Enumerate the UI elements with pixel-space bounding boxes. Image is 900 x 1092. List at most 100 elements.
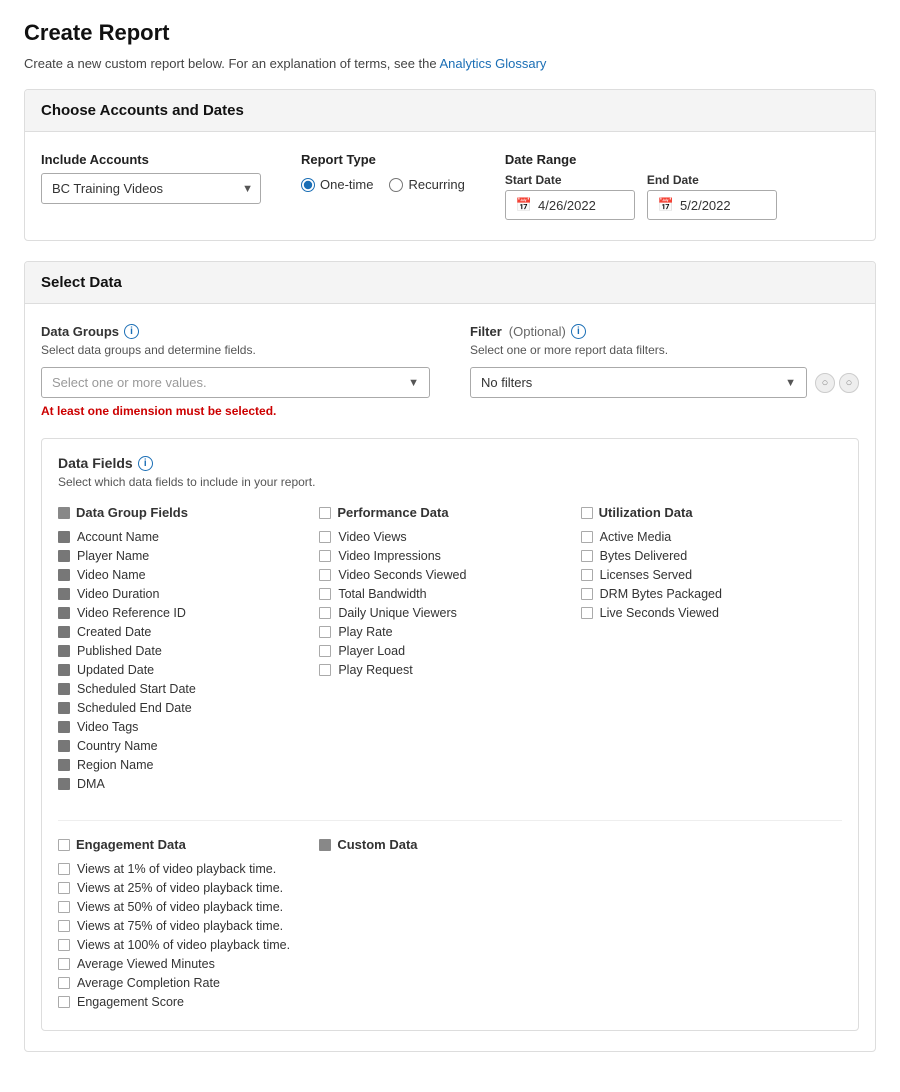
field-checkbox[interactable] (319, 607, 331, 619)
field-checkbox[interactable] (58, 740, 70, 752)
filter-edit-icon[interactable]: ○ (815, 373, 835, 393)
engagement-data-checkbox[interactable] (58, 839, 70, 851)
field-label: Player Load (338, 644, 405, 658)
data-fields-section: Data Fields i Select which data fields t… (41, 438, 859, 1031)
data-groups-dropdown[interactable]: Select one or more values. ▼ (41, 367, 430, 398)
recurring-label: Recurring (408, 177, 464, 192)
field-label: Views at 25% of video playback time. (77, 881, 283, 895)
start-date-input[interactable]: 📅 4/26/2022 (505, 190, 635, 220)
data-groups-info-icon[interactable]: i (124, 324, 139, 339)
field-label: Player Name (77, 549, 149, 563)
empty-col-3 (581, 837, 842, 1014)
data-groups-label: Data Groups i (41, 324, 430, 339)
field-checkbox[interactable] (58, 607, 70, 619)
field-label: Views at 50% of video playback time. (77, 900, 283, 914)
filter-action-icons: ○ ○ (815, 373, 859, 393)
field-checkbox[interactable] (58, 531, 70, 543)
field-checkbox[interactable] (581, 550, 593, 562)
field-checkbox[interactable] (319, 664, 331, 676)
data-fields-info-icon[interactable]: i (138, 456, 153, 471)
field-label: Video Duration (77, 587, 159, 601)
accounts-dates-section: Choose Accounts and Dates Include Accoun… (24, 89, 876, 241)
engagement-data-col: Engagement Data Views at 1% of video pla… (58, 837, 319, 1014)
field-label: Total Bandwidth (338, 587, 426, 601)
field-checkbox[interactable] (58, 778, 70, 790)
select-data-header: Select Data (25, 262, 875, 304)
field-label: Account Name (77, 530, 159, 544)
field-checkbox[interactable] (58, 901, 70, 913)
field-label: Scheduled Start Date (77, 682, 196, 696)
one-time-option[interactable]: One-time (301, 177, 373, 192)
field-item: Average Completion Rate (58, 976, 299, 990)
field-checkbox[interactable] (319, 645, 331, 657)
page-title: Create Report (24, 20, 876, 46)
field-item: Views at 50% of video playback time. (58, 900, 299, 914)
field-checkbox[interactable] (58, 939, 70, 951)
custom-data-col: Custom Data (319, 837, 580, 1014)
field-checkbox[interactable] (319, 550, 331, 562)
field-checkbox[interactable] (581, 531, 593, 543)
field-checkbox[interactable] (319, 531, 331, 543)
end-date-input[interactable]: 📅 5/2/2022 (647, 190, 777, 220)
field-checkbox[interactable] (58, 721, 70, 733)
group-fields-list: Account NamePlayer NameVideo NameVideo D… (58, 530, 299, 791)
field-item: Total Bandwidth (319, 587, 560, 601)
field-checkbox[interactable] (581, 569, 593, 581)
field-item: Video Impressions (319, 549, 560, 563)
field-item: Bytes Delivered (581, 549, 822, 563)
field-checkbox[interactable] (58, 664, 70, 676)
field-checkbox[interactable] (58, 977, 70, 989)
field-checkbox[interactable] (58, 588, 70, 600)
glossary-link[interactable]: Analytics Glossary (440, 56, 547, 71)
field-checkbox[interactable] (58, 683, 70, 695)
select-data-section: Select Data Data Groups i Select data gr… (24, 261, 876, 1052)
filter-delete-icon[interactable]: ○ (839, 373, 859, 393)
select-data-body: Data Groups i Select data groups and det… (25, 304, 875, 1051)
custom-data-checkbox[interactable] (319, 839, 331, 851)
filter-info-icon[interactable]: i (571, 324, 586, 339)
field-label: Updated Date (77, 663, 154, 677)
report-type-label: Report Type (301, 152, 465, 167)
field-checkbox[interactable] (58, 645, 70, 657)
filter-optional: (Optional) (509, 324, 566, 339)
field-checkbox[interactable] (58, 569, 70, 581)
include-accounts-select[interactable]: BC Training Videos (41, 173, 261, 204)
data-group-fields-checkbox[interactable] (58, 507, 70, 519)
field-checkbox[interactable] (319, 588, 331, 600)
field-checkbox[interactable] (58, 996, 70, 1008)
engagement-list: Views at 1% of video playback time. Views… (58, 862, 299, 1009)
field-checkbox[interactable] (58, 550, 70, 562)
field-checkbox[interactable] (581, 588, 593, 600)
field-checkbox[interactable] (58, 626, 70, 638)
performance-data-col: Performance Data Video ViewsVideo Impres… (319, 505, 580, 796)
recurring-option[interactable]: Recurring (389, 177, 464, 192)
field-checkbox[interactable] (58, 759, 70, 771)
field-checkbox[interactable] (58, 702, 70, 714)
performance-data-checkbox[interactable] (319, 507, 331, 519)
recurring-radio[interactable] (389, 178, 403, 192)
field-checkbox[interactable] (58, 882, 70, 894)
field-checkbox[interactable] (58, 920, 70, 932)
custom-data-header: Custom Data (319, 837, 560, 852)
field-checkbox[interactable] (58, 958, 70, 970)
field-item: Active Media (581, 530, 822, 544)
field-label: Views at 1% of video playback time. (77, 862, 276, 876)
end-calendar-icon: 📅 (658, 197, 674, 213)
field-label: Video Tags (77, 720, 138, 734)
field-checkbox[interactable] (58, 863, 70, 875)
field-label: DRM Bytes Packaged (600, 587, 722, 601)
field-label: Created Date (77, 625, 151, 639)
performance-list: Video ViewsVideo ImpressionsVideo Second… (319, 530, 560, 677)
filter-label: Filter (Optional) i (470, 324, 859, 339)
field-label: Views at 75% of video playback time. (77, 919, 283, 933)
field-checkbox[interactable] (581, 607, 593, 619)
field-item: Video Duration (58, 587, 299, 601)
field-checkbox[interactable] (319, 569, 331, 581)
field-item: Licenses Served (581, 568, 822, 582)
field-checkbox[interactable] (319, 626, 331, 638)
filter-dropdown[interactable]: No filters ▼ (470, 367, 807, 398)
utilization-data-checkbox[interactable] (581, 507, 593, 519)
date-range-label: Date Range (505, 152, 777, 167)
field-item: Play Rate (319, 625, 560, 639)
one-time-radio[interactable] (301, 178, 315, 192)
